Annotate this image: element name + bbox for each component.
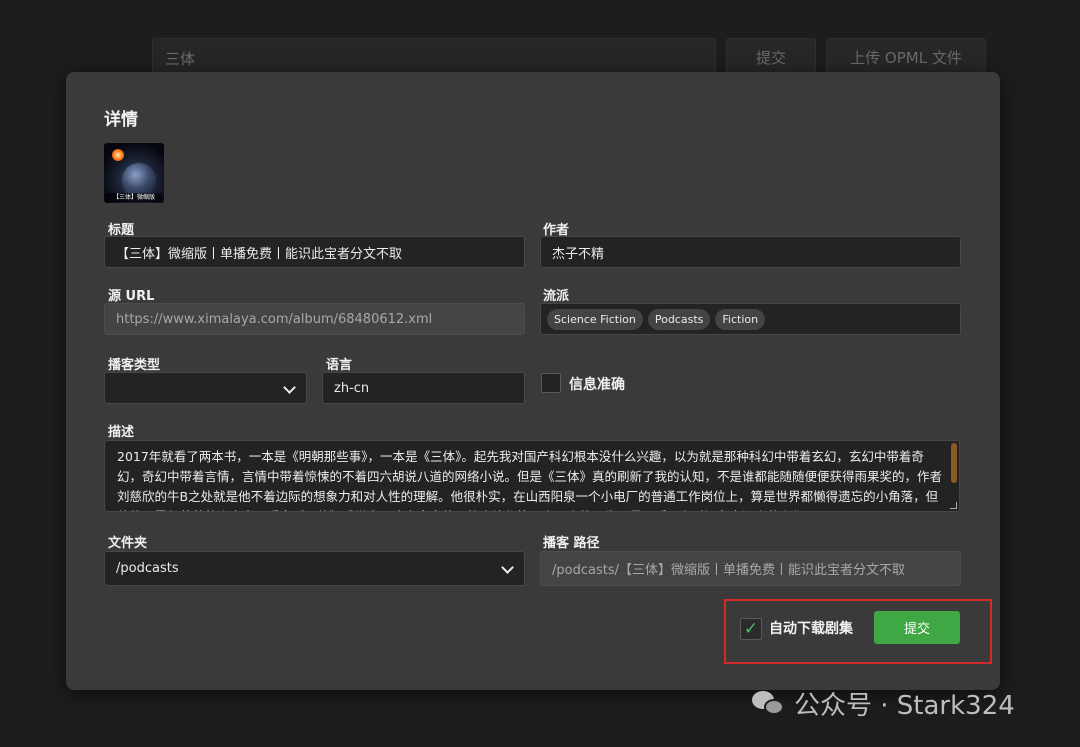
- search-submit-button[interactable]: 提交: [726, 38, 816, 76]
- wechat-icon: [752, 689, 786, 719]
- explicit-checkbox[interactable]: [541, 373, 561, 393]
- watermark: 公众号 · Stark324: [752, 685, 1015, 722]
- resize-grip-icon[interactable]: [950, 502, 957, 509]
- chevron-down-icon: [501, 561, 514, 574]
- watermark-text: 公众号 · Stark324: [794, 691, 1015, 721]
- checkmark-icon: ✓: [743, 619, 759, 639]
- author-input[interactable]: 杰子不精: [540, 236, 961, 268]
- podcast-type-select[interactable]: [104, 372, 307, 404]
- genre-chips-input[interactable]: Science Fiction Podcasts Fiction: [540, 303, 961, 335]
- title-input[interactable]: 【三体】微缩版丨单播免费丨能识此宝者分文不取: [104, 236, 525, 268]
- genre-chip[interactable]: Science Fiction: [547, 308, 643, 330]
- cover-caption: 【三体】微缩版: [106, 193, 162, 202]
- auto-download-checkbox[interactable]: ✓: [740, 618, 762, 640]
- description-label: 描述: [108, 425, 135, 440]
- folder-value: /podcasts: [116, 561, 179, 576]
- source-url-label: 源 URL: [108, 289, 155, 304]
- folder-label: 文件夹: [108, 536, 148, 551]
- search-input[interactable]: 三体: [152, 38, 716, 76]
- cover-planet-icon: [122, 163, 156, 197]
- language-label: 语言: [326, 358, 353, 373]
- description-text: 2017年就看了两本书，一本是《明朝那些事》，一本是《三体》。起先我对国产科幻根…: [117, 449, 943, 511]
- submit-button[interactable]: 提交: [874, 611, 960, 644]
- description-textarea[interactable]: 2017年就看了两本书，一本是《明朝那些事》，一本是《三体》。起先我对国产科幻根…: [104, 440, 960, 512]
- explicit-label: 信息准确: [569, 377, 625, 393]
- cover-sun-icon: [112, 149, 124, 161]
- podcast-details-modal: 详情 【三体】微缩版 标题 【三体】微缩版丨单播免费丨能识此宝者分文不取 作者 …: [66, 72, 1000, 690]
- genre-chip[interactable]: Fiction: [715, 308, 766, 330]
- podcast-path-field: /podcasts/【三体】微缩版丨单播免费丨能识此宝者分文不取: [540, 551, 961, 586]
- podcast-cover-image: 【三体】微缩版: [104, 143, 164, 203]
- auto-download-label: 自动下载剧集: [769, 621, 853, 637]
- path-label: 播客 路径: [543, 536, 600, 551]
- upload-opml-button[interactable]: 上传 OPML 文件: [826, 38, 986, 76]
- genre-label: 流派: [543, 289, 570, 304]
- podcast-type-label: 播客类型: [108, 358, 161, 373]
- modal-title: 详情: [104, 110, 138, 130]
- language-input[interactable]: zh-cn: [322, 372, 525, 404]
- genre-chip[interactable]: Podcasts: [647, 308, 711, 330]
- description-scrollbar[interactable]: [951, 443, 957, 483]
- chevron-down-icon: [283, 381, 296, 394]
- source-url-field: https://www.ximalaya.com/album/68480612.…: [104, 303, 525, 335]
- folder-select[interactable]: /podcasts: [104, 551, 525, 586]
